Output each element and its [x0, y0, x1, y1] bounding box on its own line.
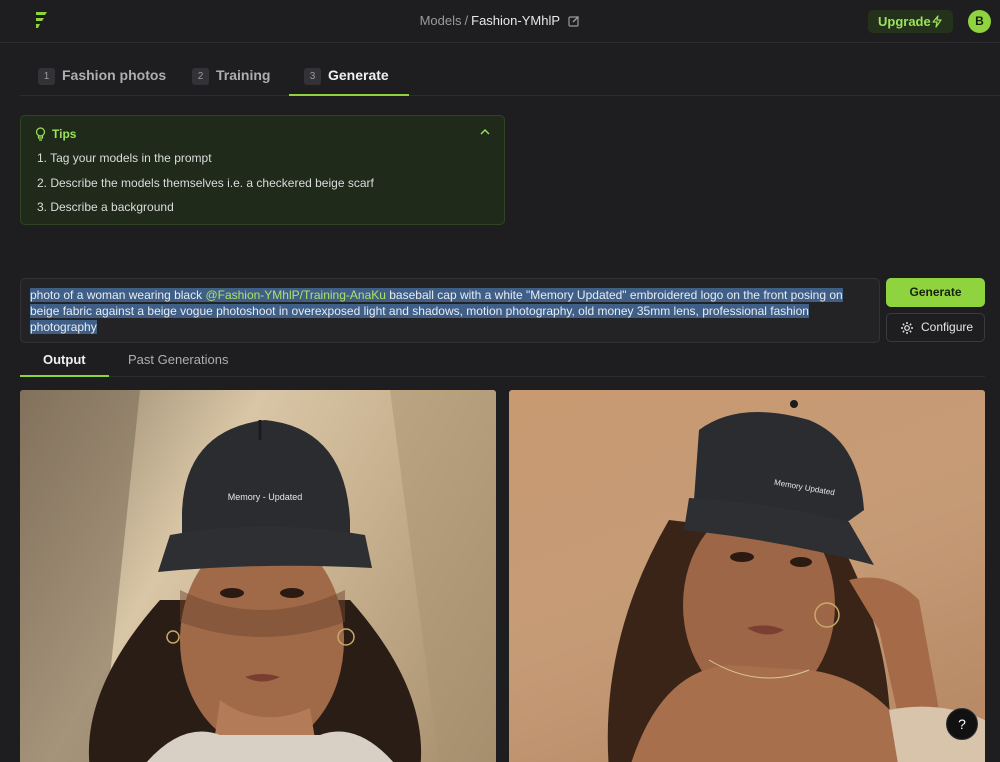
lightning-icon: [932, 15, 942, 28]
configure-button[interactable]: Configure: [886, 313, 985, 342]
top-bar: Models / Fashion-YMhlP Upgrade B: [0, 0, 1000, 43]
generate-button[interactable]: Generate: [886, 278, 985, 307]
tips-list: 1. Tag your models in the prompt 2. Desc…: [37, 151, 374, 225]
tab-past-generations[interactable]: Past Generations: [128, 352, 228, 377]
tab-fashion-photos[interactable]: 1 Fashion photos: [38, 67, 166, 96]
model-tag[interactable]: @Fashion-YMhlP/Training-AnaKu: [205, 288, 386, 302]
tab-training[interactable]: 2 Training: [192, 67, 270, 96]
tips-title: Tips: [52, 127, 77, 141]
step-number: 1: [38, 68, 55, 85]
cap-logo-text-1: Memory - Updated: [228, 492, 303, 502]
step-label: Fashion photos: [62, 67, 167, 83]
upgrade-button[interactable]: Upgrade: [868, 10, 953, 33]
help-button[interactable]: ?: [946, 708, 978, 740]
configure-label: Configure: [921, 320, 974, 334]
upgrade-label: Upgrade: [878, 14, 931, 29]
output-tabs: Output Past Generations: [20, 343, 985, 377]
step-tabs: 1 Fashion photos 2 Training 3 Generate: [20, 43, 1000, 96]
breadcrumb: Models / Fashion-YMhlP: [0, 13, 1000, 28]
active-tab-indicator: [289, 94, 409, 96]
tip-item: 2. Describe the models themselves i.e. a…: [37, 175, 374, 190]
active-tab-indicator: [20, 375, 109, 377]
lightbulb-icon: [35, 127, 46, 141]
step-label: Training: [216, 67, 271, 83]
step-label: Generate: [328, 67, 389, 83]
step-number: 2: [192, 68, 209, 85]
app-root: Models / Fashion-YMhlP Upgrade B 1 Fashion …: [0, 0, 1000, 762]
step-number: 3: [304, 68, 321, 85]
prompt-text-start: photo of a woman wearing black: [30, 288, 206, 302]
generated-image-2[interactable]: Memory Updated: [509, 390, 985, 762]
edit-icon[interactable]: [568, 15, 580, 27]
tab-output-label: Output: [43, 352, 86, 367]
avatar[interactable]: B: [968, 10, 991, 33]
tips-panel: Tips 1. Tag your models in the prompt 2.…: [20, 115, 505, 225]
prompt-input[interactable]: photo of a woman wearing black @Fashion-…: [20, 278, 880, 343]
tab-past-generations-label: Past Generations: [128, 352, 229, 367]
tips-header[interactable]: Tips: [35, 127, 76, 141]
tip-item: 3. Describe a background: [37, 200, 174, 214]
tab-output[interactable]: Output: [20, 352, 109, 377]
tab-generate[interactable]: 3 Generate: [289, 67, 409, 96]
portrait-illustration-1: Memory - Updated: [20, 390, 496, 762]
chevron-up-icon[interactable]: [480, 128, 490, 136]
breadcrumb-models-link[interactable]: Models: [420, 13, 462, 28]
tip-item: 1. Tag your models in the prompt: [37, 151, 212, 165]
portrait-illustration-2: Memory Updated: [607, 400, 985, 762]
breadcrumb-current: Fashion-YMhlP: [471, 13, 560, 28]
breadcrumb-separator: /: [464, 13, 469, 28]
gear-icon: [901, 322, 913, 334]
generated-image-1[interactable]: Memory - Updated: [20, 390, 496, 762]
